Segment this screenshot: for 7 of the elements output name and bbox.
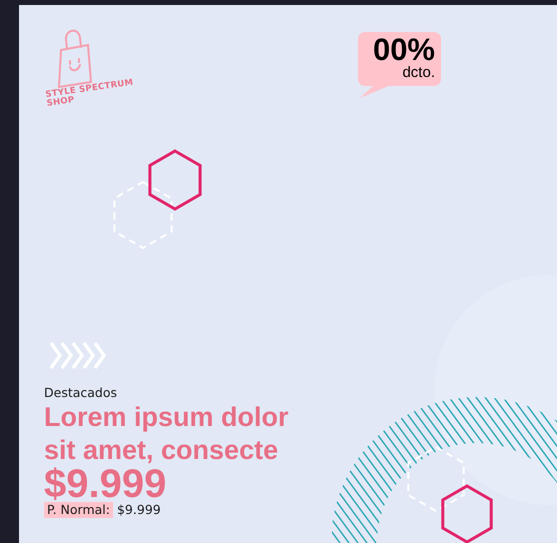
discount-value: 00%: [372, 34, 435, 65]
normal-price-label: P. Normal:: [44, 502, 113, 518]
normal-price-value: $9.999: [116, 502, 161, 518]
category-label: Destacados: [44, 385, 118, 401]
discount-label: dcto.: [402, 65, 435, 81]
logo-text: SHOP: [46, 95, 76, 109]
chevrons-icon: [49, 342, 109, 369]
